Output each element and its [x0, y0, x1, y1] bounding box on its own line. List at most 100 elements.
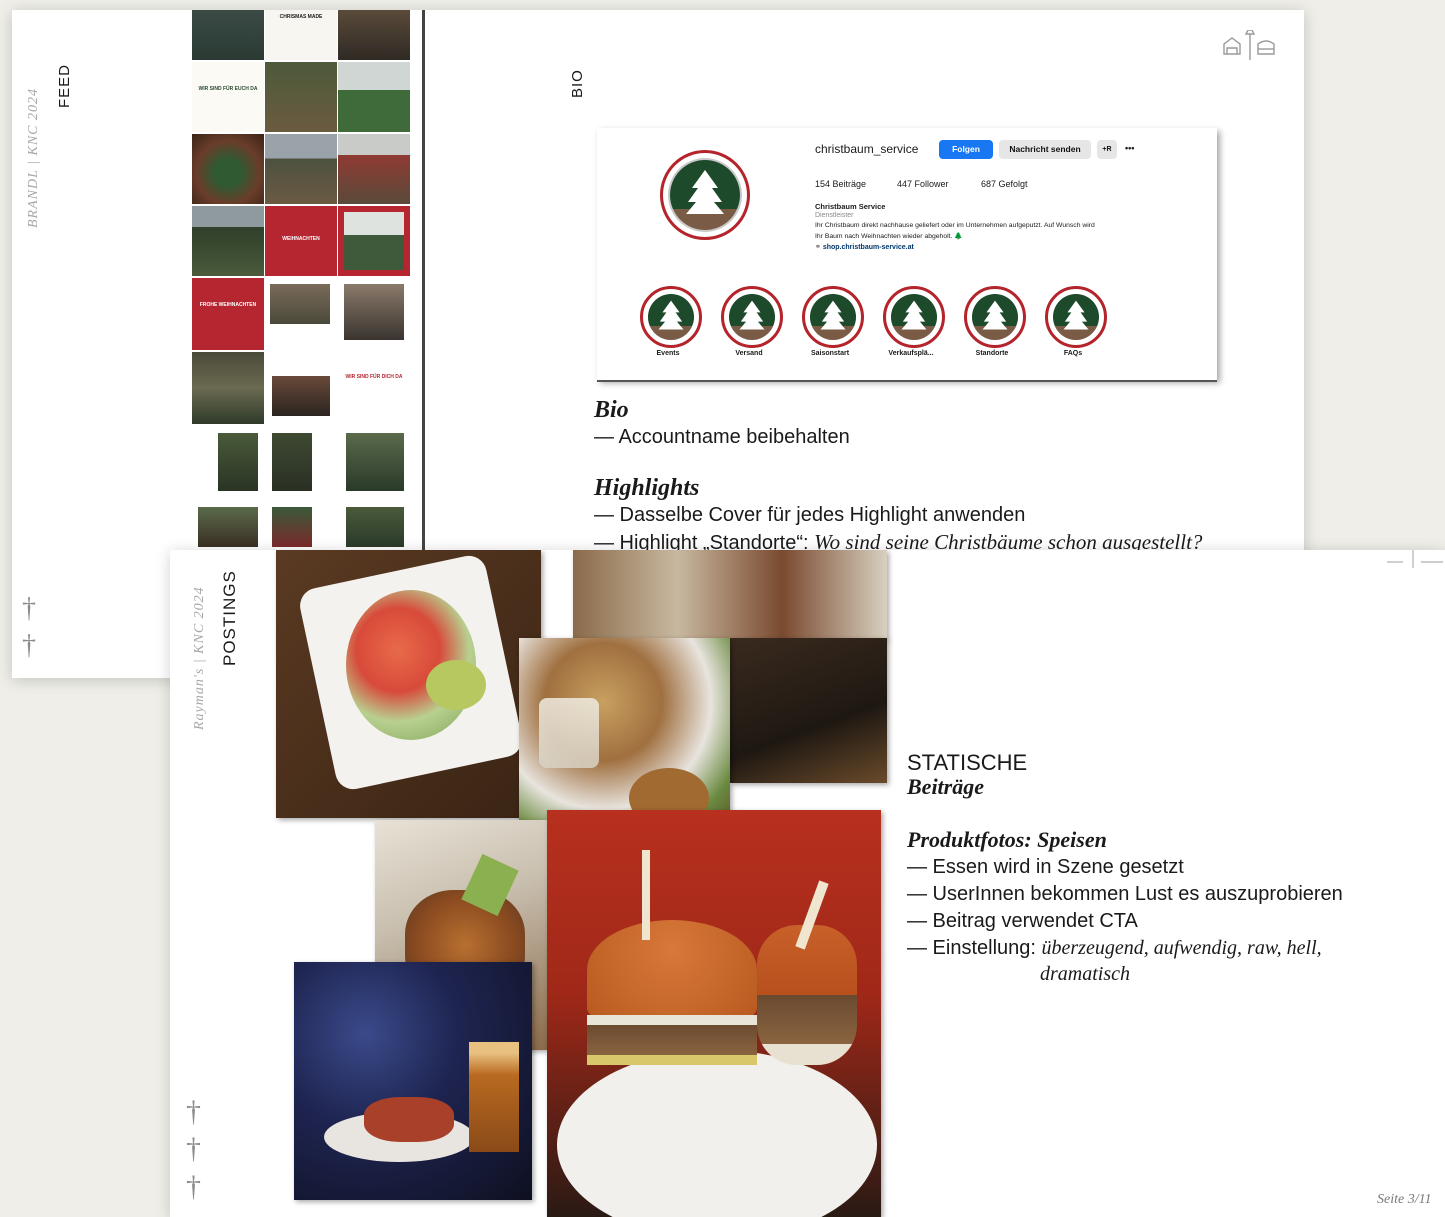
highlight-label: Verkaufsplä... — [888, 350, 934, 357]
highlights-heading: Highlights — [594, 475, 700, 501]
profile-display-name: Christbaum Service — [815, 202, 886, 211]
message-button[interactable]: Nachricht senden — [999, 140, 1091, 159]
highlight-label: Standorte — [975, 350, 1009, 357]
product-photo-notes: Produktfotos: Speisen — Essen wird in Sz… — [907, 826, 1343, 986]
static-posts-notes: STATISCHE Beiträge — [907, 750, 1027, 798]
tree-icon — [820, 300, 846, 330]
feed-tile — [265, 62, 337, 132]
nachos-photo — [573, 550, 887, 640]
cross-icon: † — [186, 1095, 201, 1128]
setting-prefix: — Einstellung: — [907, 937, 1042, 959]
product-heading: Produktfotos: Speisen — [907, 827, 1107, 852]
highlights-notes: Highlights — Dasselbe Cover für jedes Hi… — [594, 475, 1202, 557]
static-subtitle: Beiträge — [907, 774, 984, 799]
slide-postings: Rayman's | KNC 2024 POSTINGS † † † STATI… — [170, 550, 1445, 1217]
setting-italic-line2: dramatisch — [1040, 963, 1130, 985]
setting-italic-line1: überzeugend, aufwendig, raw, hell, — [1041, 937, 1322, 959]
profile-link[interactable]: ⚭ shop.christbaum-service.at — [815, 243, 914, 251]
wings-beer-photo — [294, 962, 532, 1200]
bio-notes: Bio — Accountname beibehalten — [594, 397, 850, 451]
bio-bullet: — Accountname beibehalten — [594, 426, 850, 448]
highlight-item[interactable] — [721, 286, 783, 348]
salad-photo — [276, 550, 541, 818]
burger-photo — [547, 810, 881, 1217]
bio-heading: Bio — [594, 397, 629, 423]
link-icon: ⚭ — [815, 244, 823, 251]
feed-tile — [346, 507, 404, 547]
lamp-and-sofa-icon — [1222, 29, 1278, 62]
feed-tile: WIR SIND FÜR EUCH DA — [192, 62, 264, 132]
product-bullet-1: — Essen wird in Szene gesetzt — [907, 856, 1184, 878]
add-user-icon[interactable]: +R — [1097, 140, 1117, 159]
feed-tile — [218, 433, 258, 491]
feed-tile: CHRISMAS MADE — [265, 10, 337, 60]
burger-chips-photo — [730, 638, 887, 783]
profile-category: Dienstleister — [815, 212, 854, 219]
cross-icon: † — [186, 1170, 201, 1203]
instagram-feed-grid: CHRISMAS MADE WIR SIND FÜR EUCH DA WEIHN… — [192, 10, 410, 555]
profile-username: christbaum_service — [815, 142, 919, 156]
highlight-item[interactable] — [802, 286, 864, 348]
profile-link-text: shop.christbaum-service.at — [822, 244, 914, 251]
feed-section-label: FEED — [56, 63, 73, 108]
feed-tile: FROHE WEIHNACHTEN — [192, 278, 264, 350]
feed-tile — [344, 284, 404, 340]
cross-icon: † — [22, 593, 36, 624]
more-icon[interactable]: ••• — [1125, 143, 1134, 153]
profile-avatar — [660, 150, 750, 240]
product-bullet-4: — Einstellung: überzeugend, aufwendig, r… — [907, 935, 1343, 962]
column-divider — [422, 10, 425, 555]
tree-icon — [658, 300, 684, 330]
feed-tile — [192, 134, 264, 204]
tree-icon — [982, 300, 1008, 330]
followers-count[interactable]: 447 Follower — [897, 179, 949, 189]
slide1-side-label: BRANDL | KNC 2024 — [26, 88, 41, 228]
cross-icon: † — [186, 1132, 201, 1165]
feed-tile — [265, 134, 337, 204]
feed-tile — [338, 134, 410, 204]
feed-tile — [192, 206, 264, 276]
profile-bio-line2: Ihr Baum nach Weihnachten wieder abgehol… — [815, 233, 963, 240]
posts-count: 154 Beiträge — [815, 179, 867, 189]
feed-tile — [338, 62, 410, 132]
highlight-label: Events — [656, 350, 680, 357]
feed-tile — [192, 352, 264, 424]
highlight-label: FAQs — [1063, 350, 1083, 357]
feed-tile: WIR SIND FÜR DICH DA — [342, 374, 406, 410]
feed-tile — [272, 376, 330, 416]
card-underline — [597, 380, 1217, 382]
bio-section-label: BIO — [569, 69, 586, 98]
profile-bio-line1: Ihr Christbaum direkt nachhause geliefer… — [815, 222, 1095, 229]
feed-tile — [338, 10, 410, 60]
tree-icon — [901, 300, 927, 330]
tree-icon — [739, 300, 765, 330]
highlight-item[interactable] — [883, 286, 945, 348]
static-title: STATISCHE — [907, 750, 1028, 775]
page-number: Seite 3/11 — [1377, 1192, 1432, 1207]
following-count[interactable]: 687 Gefolgt — [981, 179, 1028, 189]
tree-icon — [1063, 300, 1089, 330]
feed-tile — [272, 507, 312, 547]
highlight-label: Versand — [735, 350, 763, 357]
cross-icon: † — [22, 630, 36, 661]
lamp-and-sofa-icon — [1385, 550, 1445, 570]
follow-button[interactable]: Folgen — [939, 140, 993, 159]
postings-section-label: POSTINGS — [220, 570, 239, 666]
product-bullet-3: — Beitrag verwendet CTA — [907, 910, 1138, 932]
feed-tile: WEIHNACHTEN — [265, 206, 337, 276]
tree-icon — [686, 170, 724, 214]
slide2-side-label: Rayman's | KNC 2024 — [192, 586, 207, 730]
feed-tile — [192, 10, 264, 60]
highlight-item[interactable] — [964, 286, 1026, 348]
feed-tile — [272, 433, 312, 491]
highlight-item[interactable] — [1045, 286, 1107, 348]
instagram-profile-card: christbaum_service Folgen Nachricht send… — [597, 128, 1217, 380]
feed-tile — [198, 507, 258, 547]
product-bullet-2: — UserInnen bekommen Lust es auszuprobie… — [907, 883, 1343, 905]
highlights-bullet-1: — Dasselbe Cover für jedes Highlight anw… — [594, 504, 1026, 526]
highlight-item[interactable] — [640, 286, 702, 348]
highlight-label: Saisonstart — [810, 350, 850, 357]
feed-tile — [346, 433, 404, 491]
feed-tile — [270, 284, 330, 324]
feed-tile — [338, 206, 410, 276]
